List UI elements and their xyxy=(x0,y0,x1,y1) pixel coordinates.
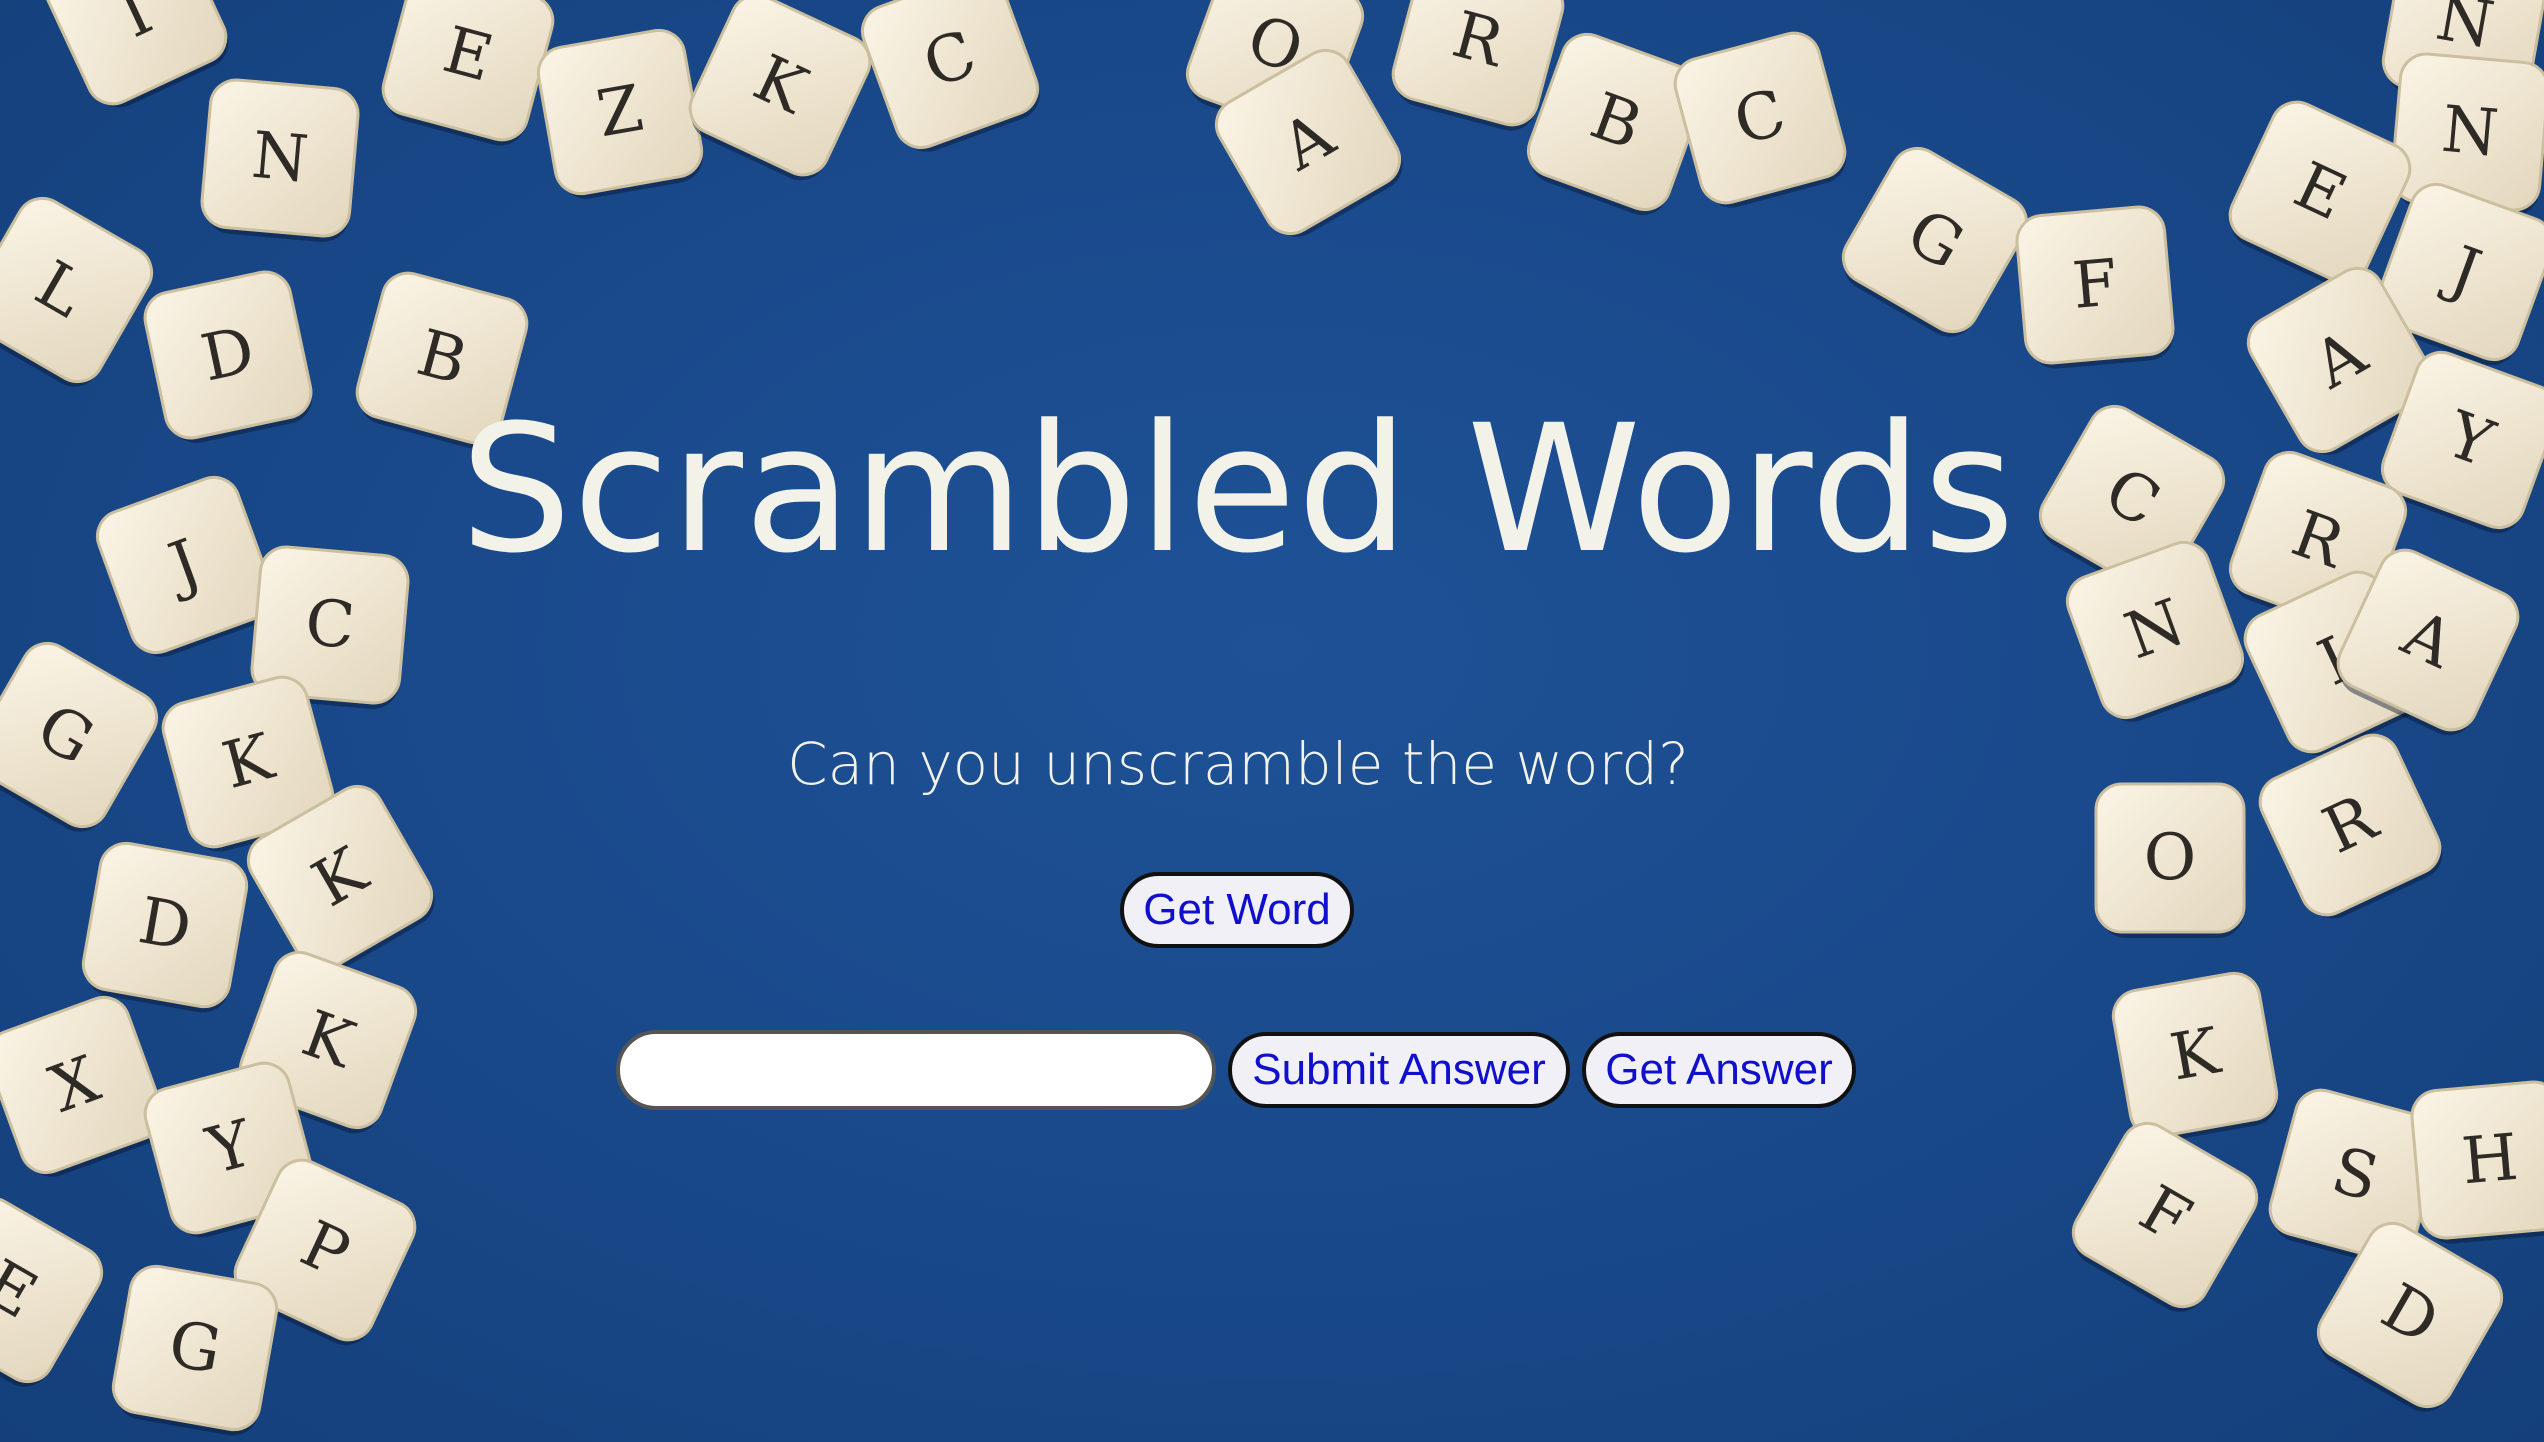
submit-answer-button[interactable]: Submit Answer xyxy=(1228,1032,1570,1108)
get-word-button[interactable]: Get Word xyxy=(1120,872,1354,948)
page-title: Scrambled Words xyxy=(460,387,2016,592)
main-content: Scrambled Words Can you unscramble the w… xyxy=(0,0,2544,1442)
get-answer-button[interactable]: Get Answer xyxy=(1582,1032,1856,1108)
instruction-text: Can you unscramble the word? xyxy=(787,730,1689,798)
answer-input[interactable] xyxy=(616,1030,1216,1110)
scrambled-words-page: IEZKCNOARBCNNLDBGFEJJCGKAYCNRIADKXKYPGOR… xyxy=(0,0,2544,1442)
